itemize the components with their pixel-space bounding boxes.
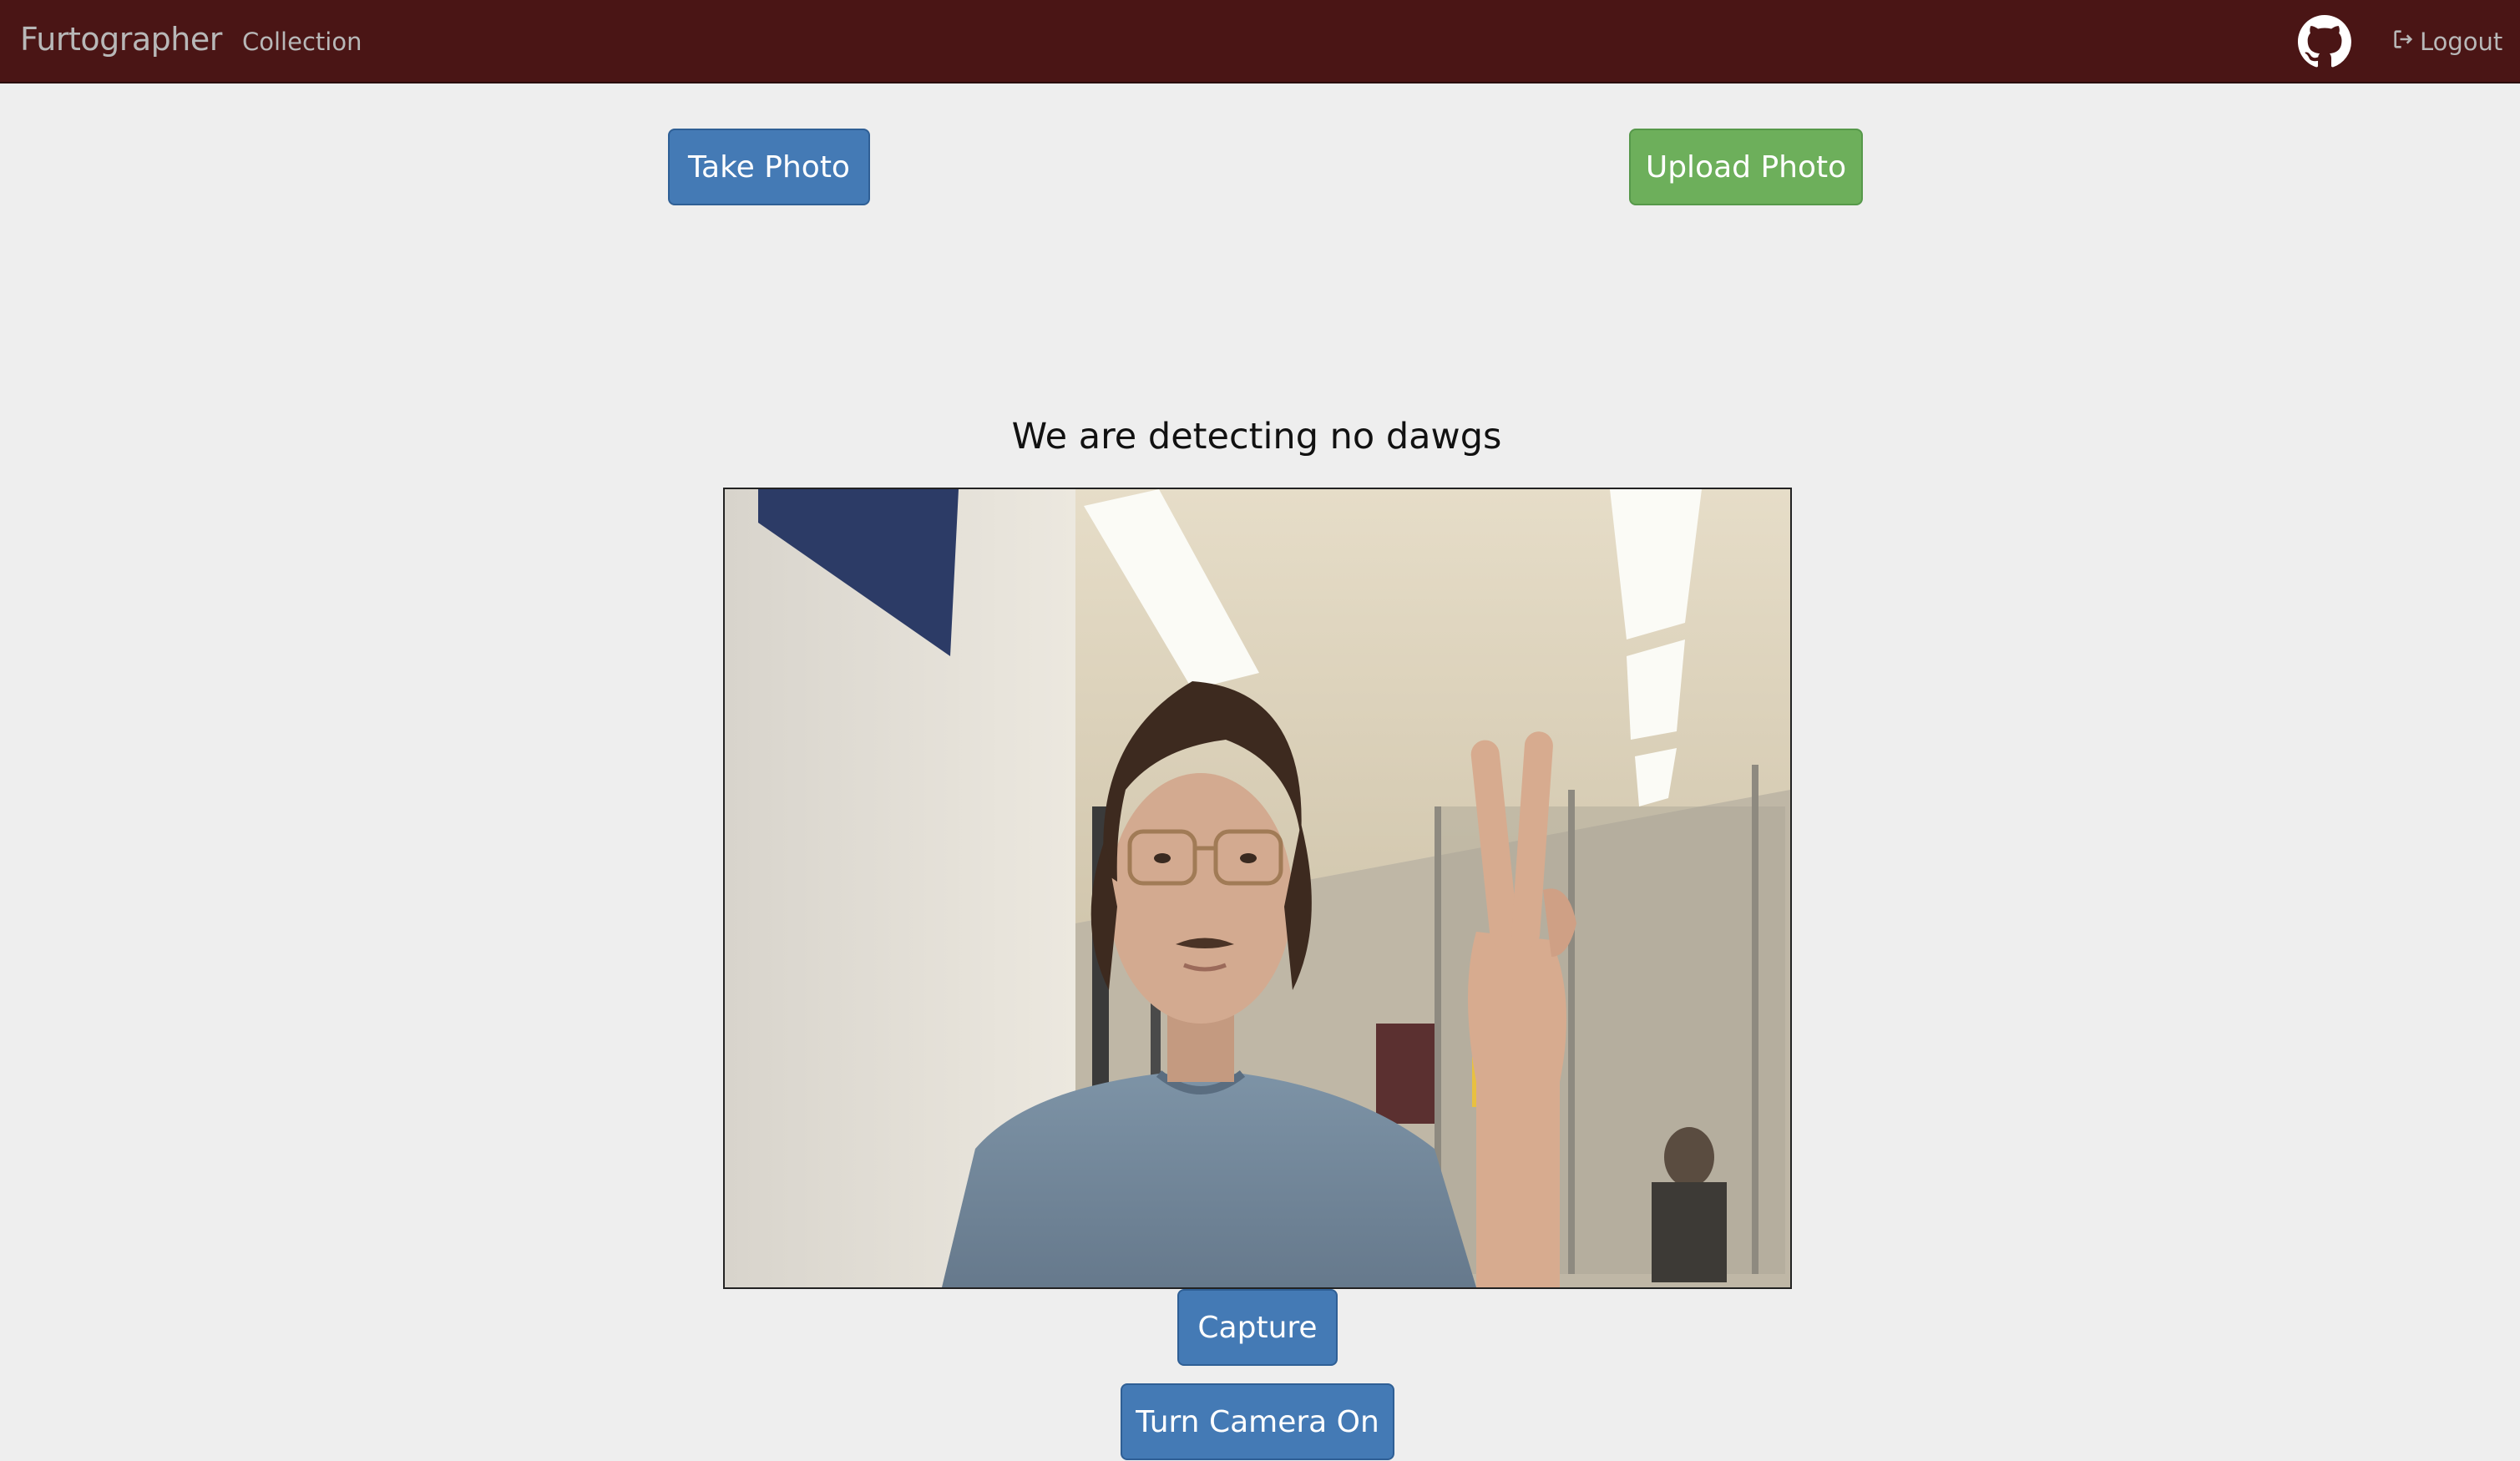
logout-link[interactable]: Logout <box>2391 25 2502 58</box>
logout-icon <box>2391 28 2420 57</box>
logout-label: Logout <box>2420 28 2503 56</box>
turn-camera-on-button[interactable]: Turn Camera On <box>1121 1383 1394 1460</box>
navbar: Furtographer Collection Logout <box>0 0 2520 83</box>
brand-logo-text[interactable]: Furtographer <box>20 21 222 58</box>
capture-button[interactable]: Capture <box>1177 1289 1338 1366</box>
take-photo-button[interactable]: Take Photo <box>668 129 870 205</box>
nav-link-collection[interactable]: Collection <box>242 28 362 56</box>
camera-preview <box>723 488 1792 1289</box>
github-icon[interactable] <box>2298 15 2351 68</box>
camera-feed-image <box>725 489 1790 1287</box>
upload-photo-button[interactable]: Upload Photo <box>1629 129 1863 205</box>
detection-status-text: We are detecting no dawgs <box>1011 416 1502 458</box>
